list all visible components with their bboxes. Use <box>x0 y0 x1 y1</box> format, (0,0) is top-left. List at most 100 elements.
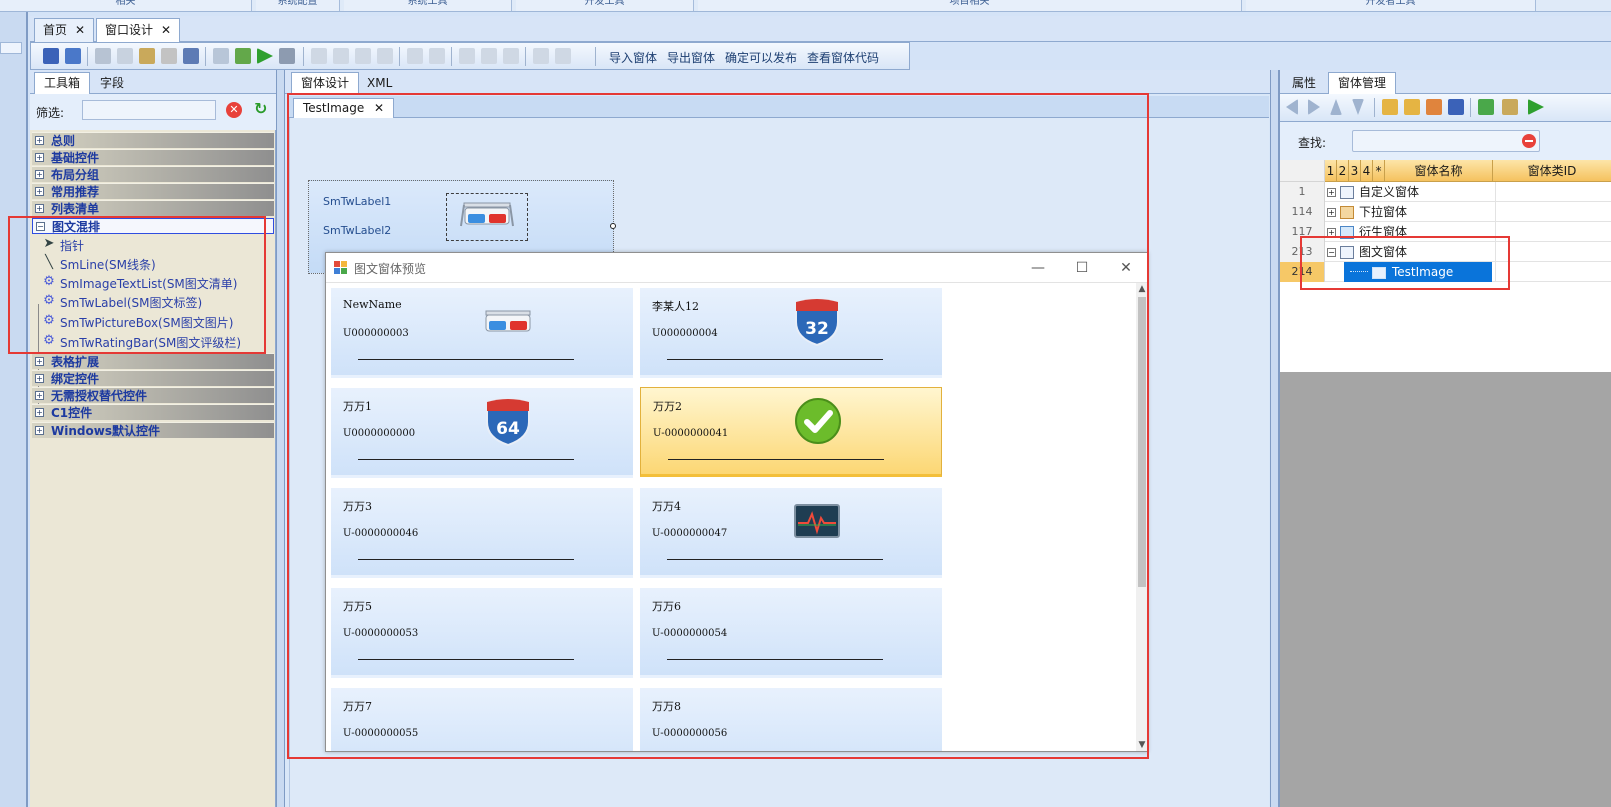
ribbon-group[interactable]: 开发工具 <box>516 0 694 11</box>
table-row-selected[interactable]: 214 TestImage <box>1280 262 1611 282</box>
redo-icon[interactable] <box>235 48 251 64</box>
refresh-icon[interactable] <box>1478 99 1494 115</box>
delete-folder-icon[interactable] <box>1426 99 1442 115</box>
expand-icon[interactable]: + <box>35 187 44 196</box>
picture-box[interactable] <box>446 193 528 241</box>
list-item[interactable]: 万万4 U-0000000047 <box>640 488 942 578</box>
filter-input[interactable] <box>82 100 216 120</box>
tab-properties[interactable]: 属性 <box>1282 72 1326 94</box>
collapse-icon[interactable]: − <box>36 222 45 231</box>
align-left-icon[interactable] <box>311 48 327 64</box>
next-icon[interactable] <box>1308 99 1320 115</box>
category-table-ext[interactable]: + 表格扩展 <box>32 353 274 369</box>
vertical-scrollbar[interactable]: ▲ ▼ <box>1136 283 1148 751</box>
move-down-icon[interactable] <box>1352 99 1364 115</box>
dock-tab[interactable] <box>0 42 22 54</box>
smtwlabel1[interactable]: SmTwLabel1 <box>323 195 391 208</box>
ribbon-group[interactable]: 相关 <box>0 0 252 11</box>
move-up-icon[interactable] <box>1330 99 1342 115</box>
preview-titlebar[interactable]: 图文窗体预览 — ☐ ✕ <box>326 253 1147 283</box>
collapse-icon[interactable]: − <box>1327 248 1336 257</box>
minimize-button[interactable]: — <box>1027 257 1049 279</box>
tool-smtwlabel[interactable]: ⚙ SmTwLabel(SM图文标签) <box>38 292 274 311</box>
tab-testimage[interactable]: TestImage ✕ <box>293 98 395 118</box>
new-folder-icon[interactable] <box>1382 99 1398 115</box>
grid-level-header[interactable]: * <box>1373 160 1385 182</box>
right-splitter[interactable] <box>1270 70 1279 807</box>
save-all-icon[interactable] <box>65 48 81 64</box>
search-input[interactable] <box>1352 130 1540 152</box>
list-item[interactable]: 万万7 U-0000000055 <box>331 688 633 751</box>
grid-level-header[interactable]: 4 <box>1361 160 1373 182</box>
tab-form-manager[interactable]: 窗体管理 <box>1328 72 1397 94</box>
expand-icon[interactable]: + <box>35 204 44 213</box>
expand-icon[interactable]: + <box>1327 208 1336 217</box>
clear-search-icon[interactable] <box>1522 134 1536 148</box>
tool-smtwpicturebox[interactable]: ⚙ SmTwPictureBox(SM图文图片) <box>38 312 274 331</box>
tab-window-design[interactable]: 窗口设计 ✕ <box>96 18 181 42</box>
list-item-selected[interactable]: 万万2 U-0000000041 <box>640 387 942 477</box>
resize-handle[interactable] <box>610 223 616 229</box>
edit-icon[interactable] <box>1502 99 1518 115</box>
close-icon[interactable]: ✕ <box>161 23 171 37</box>
category-basic-controls[interactable]: + 基础控件 <box>32 149 274 165</box>
list-item[interactable]: 万万3 U-0000000046 <box>331 488 633 578</box>
tab-fields[interactable]: 字段 <box>90 72 134 94</box>
copy-icon[interactable] <box>117 48 133 64</box>
table-row[interactable]: 117 + 衍生窗体 <box>1280 222 1611 242</box>
grid-level-header[interactable]: 2 <box>1337 160 1349 182</box>
refresh-icon[interactable]: ↻ <box>254 100 272 118</box>
ribbon-group[interactable]: 开发者工具 <box>1246 0 1536 11</box>
category-lists[interactable]: + 列表清单 <box>32 200 274 216</box>
category-binding[interactable]: + 绑定控件 <box>32 370 274 386</box>
tool-smline[interactable]: ╲ SmLine(SM线条) <box>38 254 274 273</box>
table-row[interactable]: 213 − 图文窗体 <box>1280 242 1611 262</box>
expand-icon[interactable]: + <box>35 408 44 417</box>
delete-icon[interactable] <box>161 48 177 64</box>
expand-icon[interactable]: + <box>1327 228 1336 237</box>
undo-icon[interactable] <box>213 48 229 64</box>
category-general[interactable]: + 总则 <box>32 132 274 148</box>
save-icon[interactable] <box>43 48 59 64</box>
grid-level-header[interactable]: 3 <box>1349 160 1361 182</box>
ribbon-group[interactable]: 系统配置 <box>256 0 340 11</box>
tool-pointer[interactable]: ➤ 指针 <box>38 235 274 254</box>
category-windows-default[interactable]: + Windows默认控件 <box>32 422 274 438</box>
tab-home[interactable]: 首页 ✕ <box>34 18 95 42</box>
selected-cell[interactable]: TestImage <box>1344 262 1492 282</box>
close-icon[interactable]: ✕ <box>75 23 85 37</box>
scroll-thumb[interactable] <box>1138 297 1146 587</box>
align-center-icon[interactable] <box>333 48 349 64</box>
table-row[interactable]: 114 + 下拉窗体 <box>1280 202 1611 222</box>
category-recommended[interactable]: + 常用推荐 <box>32 183 274 199</box>
tab-xml[interactable]: XML <box>357 72 402 94</box>
expand-icon[interactable]: + <box>35 153 44 162</box>
spacing-icon[interactable] <box>481 48 497 64</box>
category-layout[interactable]: + 布局分组 <box>32 166 274 182</box>
expand-icon[interactable]: + <box>1327 188 1336 197</box>
grid-level-header[interactable]: 1 <box>1325 160 1337 182</box>
paste-icon[interactable] <box>139 48 155 64</box>
properties-icon[interactable] <box>183 48 199 64</box>
form-icon[interactable] <box>279 48 295 64</box>
prev-icon[interactable] <box>1286 99 1298 115</box>
category-unlicensed[interactable]: + 无需授权替代控件 <box>32 387 274 403</box>
tab-form-design[interactable]: 窗体设计 <box>291 72 360 94</box>
bring-front-icon[interactable] <box>533 48 549 64</box>
close-button[interactable]: ✕ <box>1115 257 1137 279</box>
list-item[interactable]: 万万6 U-0000000054 <box>640 588 942 678</box>
close-icon[interactable]: ✕ <box>374 101 384 115</box>
expand-icon[interactable]: + <box>35 391 44 400</box>
tool-smtwratingbar[interactable]: ⚙ SmTwRatingBar(SM图文评级栏) <box>38 332 274 351</box>
clear-filter-icon[interactable]: ✕ <box>226 102 242 118</box>
list-item[interactable]: 李某人12 U000000004 32 <box>640 288 942 378</box>
expand-icon[interactable]: + <box>35 357 44 366</box>
expand-icon[interactable]: + <box>35 426 44 435</box>
tab-toolbox[interactable]: 工具箱 <box>34 72 91 94</box>
run-icon[interactable] <box>1528 99 1544 115</box>
column-header-form-name[interactable]: 窗体名称 <box>1385 160 1493 182</box>
category-image-text[interactable]: − 图文混排 <box>32 218 274 234</box>
same-width-icon[interactable] <box>407 48 423 64</box>
run-icon[interactable] <box>257 48 273 64</box>
view-code-button[interactable]: 查看窗体代码 <box>807 49 879 66</box>
